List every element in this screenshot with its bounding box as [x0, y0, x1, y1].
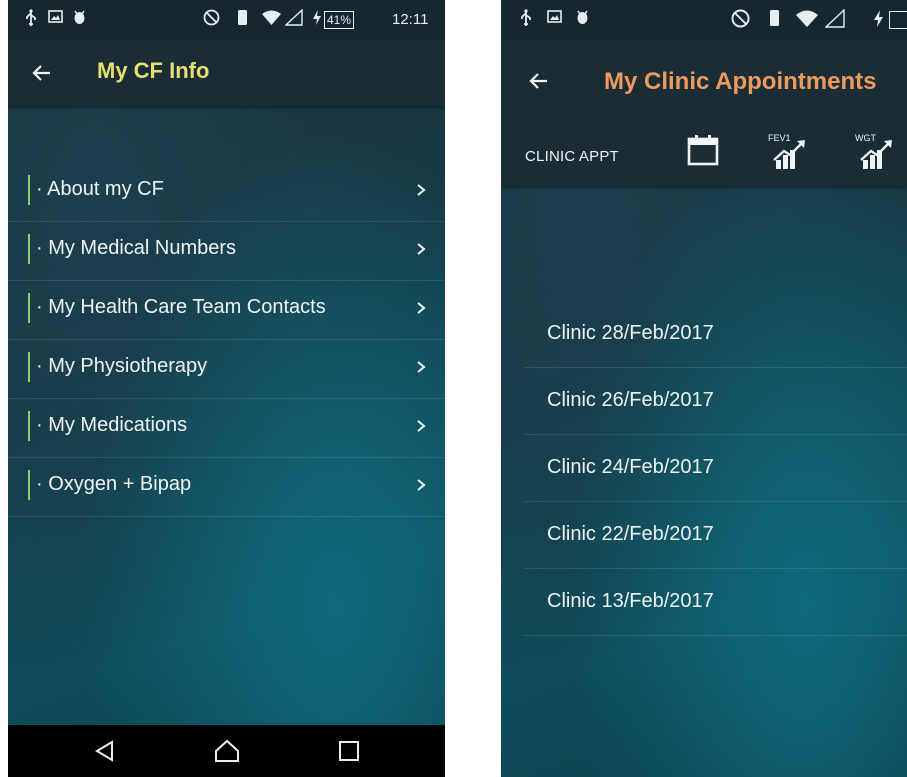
page-title: My Clinic Appointments	[604, 68, 877, 95]
status-bar	[501, 0, 907, 40]
list-item[interactable]: Clinic 26/Feb/2017	[523, 368, 907, 435]
charging-icon	[873, 9, 884, 31]
chevron-right-icon	[415, 183, 427, 197]
menu-accent-bar	[28, 411, 30, 441]
menu-item-label: · About my CF	[36, 178, 164, 200]
appointment-label: Clinic 22/Feb/2017	[547, 523, 714, 545]
menu-item-label: · My Medications	[36, 414, 188, 436]
nav-back-icon[interactable]	[92, 738, 118, 769]
vibrate-icon	[769, 9, 780, 31]
menu-item-about-my-cf[interactable]: · About my CF	[8, 163, 445, 222]
menu-accent-bar	[28, 234, 30, 264]
menu-item-physiotherapy[interactable]: · My Physiotherapy	[8, 340, 445, 399]
status-time: 12:11	[392, 11, 429, 28]
page-title: My CF Info	[97, 58, 210, 83]
clinic-appt-tab[interactable]: CLINIC APPT	[525, 148, 619, 165]
nav-home-icon[interactable]	[213, 738, 241, 769]
battery-indicator: 41%	[324, 11, 355, 29]
chevron-right-icon	[415, 242, 427, 256]
menu-item-oxygen-bipap[interactable]: · Oxygen + Bipap	[8, 458, 445, 517]
chevron-right-icon	[415, 478, 427, 492]
usb-icon	[24, 9, 38, 31]
image-notification-icon	[547, 9, 562, 31]
usb-icon	[519, 9, 533, 31]
do-not-disturb-icon	[203, 9, 220, 31]
appointment-label: Clinic 13/Feb/2017	[547, 590, 714, 612]
menu-item-medications[interactable]: · My Medications	[8, 399, 445, 458]
fev1-chart-button[interactable]: FEV1	[766, 132, 810, 172]
trend-chart-icon	[772, 138, 808, 175]
android-debug-icon	[575, 9, 590, 31]
charging-icon	[312, 9, 322, 31]
menu-item-medical-numbers[interactable]: · My Medical Numbers	[8, 222, 445, 281]
appointment-label: Clinic 26/Feb/2017	[547, 389, 714, 411]
wifi-icon	[261, 9, 282, 31]
do-not-disturb-icon	[731, 9, 750, 31]
image-notification-icon	[48, 9, 63, 31]
vibrate-icon	[237, 9, 248, 31]
wifi-icon	[795, 9, 819, 31]
menu-item-label: · Oxygen + Bipap	[36, 473, 192, 495]
weight-chart-button[interactable]: WGT	[851, 132, 901, 172]
app-bar: My CF Info	[8, 40, 445, 106]
left-phone-screen: 41% 12:11 My CF Info · About my CF · My …	[8, 0, 445, 777]
back-arrow-icon[interactable]	[527, 69, 551, 93]
system-navigation-bar	[8, 725, 445, 777]
calendar-icon[interactable]	[686, 134, 720, 171]
signal-icon	[825, 9, 845, 31]
appointment-label: Clinic 24/Feb/2017	[547, 456, 714, 478]
list-item[interactable]: Clinic 28/Feb/2017	[523, 301, 907, 368]
menu-item-label: · My Physiotherapy	[36, 355, 208, 377]
chevron-right-icon	[415, 360, 427, 374]
menu-accent-bar	[28, 175, 30, 205]
back-arrow-icon[interactable]	[30, 61, 54, 85]
menu-accent-bar	[28, 293, 30, 323]
appointment-label: Clinic 28/Feb/2017	[547, 322, 714, 344]
nav-recents-icon[interactable]	[338, 740, 360, 767]
android-debug-icon	[72, 9, 87, 31]
menu-accent-bar	[28, 352, 30, 382]
menu-accent-bar	[28, 470, 30, 500]
appointment-list: Clinic 28/Feb/2017 Clinic 26/Feb/2017 Cl…	[523, 301, 907, 636]
status-bar: 41% 12:11	[8, 0, 445, 40]
chevron-right-icon	[415, 419, 427, 433]
menu-item-label: · My Medical Numbers	[36, 237, 237, 259]
menu-item-label: · My Health Care Team Contacts	[36, 296, 326, 318]
app-bar: My Clinic Appointments CLINIC APPT FEV1	[501, 40, 907, 186]
cf-info-menu: · About my CF · My Medical Numbers · My …	[8, 163, 445, 517]
trend-chart-icon	[859, 138, 895, 175]
menu-item-health-care-team-contacts[interactable]: · My Health Care Team Contacts	[8, 281, 445, 340]
chevron-right-icon	[415, 301, 427, 315]
signal-icon	[285, 9, 303, 31]
right-phone-screen: My Clinic Appointments CLINIC APPT FEV1	[501, 0, 907, 777]
list-item[interactable]: Clinic 13/Feb/2017	[523, 569, 907, 636]
list-item[interactable]: Clinic 22/Feb/2017	[523, 502, 907, 569]
list-item[interactable]: Clinic 24/Feb/2017	[523, 435, 907, 502]
battery-indicator	[889, 11, 907, 29]
